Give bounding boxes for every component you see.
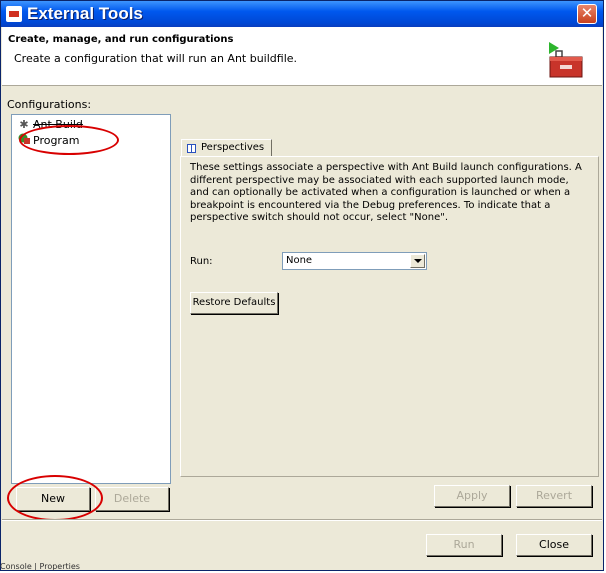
external-tools-dialog: External Tools ✕ Create, manage, and run…	[0, 0, 604, 571]
close-button[interactable]: Close	[516, 534, 592, 556]
delete-button[interactable]: Delete	[95, 487, 169, 511]
banner-title: Create, manage, and run configurations	[8, 34, 234, 45]
footer-separator	[2, 519, 602, 521]
run-label: Run:	[190, 256, 213, 267]
perspective-icon	[187, 144, 196, 153]
run-perspective-value: None	[286, 255, 313, 266]
background-status-bar: Console | Properties	[0, 562, 80, 571]
apply-button[interactable]: Apply	[434, 485, 510, 507]
configurations-tree[interactable]: ✱ Ant Build Program	[11, 114, 171, 484]
window-title: External Tools	[27, 4, 143, 23]
eclipse-icon	[6, 6, 22, 22]
run-button[interactable]: Run	[426, 534, 502, 556]
close-window-button[interactable]: ✕	[577, 4, 597, 24]
tab-perspectives-label: Perspectives	[201, 142, 265, 153]
perspectives-description: These settings associate a perspective w…	[190, 162, 582, 223]
dialog-banner: Create, manage, and run configurations C…	[2, 27, 602, 86]
chevron-down-icon[interactable]	[410, 254, 425, 268]
revert-button[interactable]: Revert	[516, 485, 592, 507]
external-tools-toolbox-icon	[549, 42, 583, 78]
configurations-label: Configurations:	[7, 98, 92, 111]
banner-message: Create a configuration that will run an …	[14, 52, 298, 65]
ant-icon: ✱	[19, 118, 29, 131]
run-perspective-select[interactable]: None	[282, 252, 427, 270]
tab-perspectives[interactable]: Perspectives	[181, 139, 272, 157]
restore-defaults-button[interactable]: Restore Defaults	[190, 292, 278, 314]
program-highlight-circle	[19, 125, 119, 155]
title-bar[interactable]: External Tools ✕	[1, 1, 603, 27]
new-button-highlight-circle	[7, 475, 103, 521]
